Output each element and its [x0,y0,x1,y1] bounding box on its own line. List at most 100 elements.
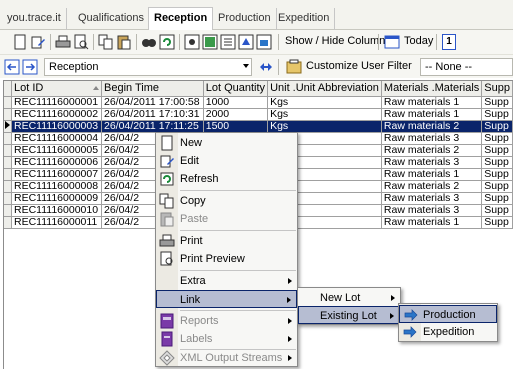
table-row[interactable]: REC11116000001 26/04/2011 17:00:58 1000 Kgs… [4,96,513,109]
table-cell[interactable]: 1500 [203,120,269,133]
copy-icon[interactable] [98,34,114,50]
filter-icon[interactable] [286,59,302,75]
table-cell[interactable]: REC11116000001 [11,96,103,109]
tab-production[interactable]: Production [213,8,277,30]
table-cell[interactable]: REC11116000006 [11,156,103,169]
table-cell[interactable]: Supp [481,132,513,145]
tab-qualifications[interactable]: Qualifications [73,8,151,30]
menu-item-refresh[interactable]: Refresh [156,170,297,188]
menu-item-extra[interactable]: Extra [156,272,297,290]
row-indicator[interactable] [4,156,13,169]
column-header-supplier[interactable]: Supp [481,81,513,97]
table-cell[interactable]: Supp [481,216,513,229]
find-icon[interactable] [141,34,157,50]
table-cell[interactable]: Supp [481,180,513,193]
table-cell[interactable]: Raw materials 1 [381,96,483,109]
menu-item-production[interactable]: Production [399,305,497,323]
show-hide-columns-button[interactable]: Show / Hide Columns [285,35,391,47]
table-cell[interactable]: 26/04/2011 17:11:25 [101,120,204,133]
table-cell[interactable]: Supp [481,96,513,109]
column-header-materials[interactable]: Materials .Materials [381,81,483,97]
table-cell[interactable]: REC11116000008 [11,180,103,193]
table-cell[interactable]: Supp [481,168,513,181]
menu-item-copy[interactable]: Copy [156,192,297,210]
row-indicator[interactable] [4,192,13,205]
table-cell[interactable]: REC11116000011 [11,216,103,229]
table-cell[interactable]: Raw materials 3 [381,204,483,217]
table-cell[interactable]: Supp [481,192,513,205]
menu-item-link[interactable]: Link [156,290,297,308]
table-cell[interactable]: 2000 [203,108,269,121]
table-cell[interactable]: Supp [481,120,513,133]
row-indicator[interactable] [4,180,13,193]
row-indicator[interactable] [4,120,13,133]
paste-icon[interactable] [116,34,132,50]
table-cell[interactable]: Raw materials 1 [381,216,483,229]
back-arrow-icon[interactable] [4,59,20,75]
menu-item-expedition[interactable]: Expedition [399,323,497,341]
table-cell[interactable]: Supp [481,144,513,157]
table-cell[interactable]: Raw materials 1 [381,108,483,121]
tab-you-trace-it[interactable]: you.trace.it [2,8,67,30]
print-preview-icon[interactable] [73,34,89,50]
calendar-icon[interactable] [384,34,400,50]
menu-item-paste[interactable]: Paste [156,210,297,228]
chart-icon[interactable] [256,34,272,50]
table-cell[interactable]: Supp [481,156,513,169]
record-icon[interactable] [184,34,200,50]
forward-arrow-icon[interactable] [22,59,38,75]
table-cell[interactable]: REC11116000003 [11,120,103,133]
row-indicator[interactable] [4,216,13,229]
menu-item-new-lot[interactable]: New Lot [298,289,400,307]
table-cell[interactable]: Supp [481,108,513,121]
user-filter-select[interactable]: -- None -- [420,58,513,76]
row-indicator[interactable] [4,132,13,145]
today-button[interactable]: Today [404,35,433,47]
navigate-icon[interactable] [258,59,274,75]
table-cell[interactable]: REC11116000002 [11,108,103,121]
menu-item-existing-lot[interactable]: Existing Lot [298,306,400,324]
form-view-icon[interactable] [238,34,254,50]
print-icon[interactable] [55,34,71,50]
row-indicator[interactable] [4,204,13,217]
customize-user-filter-button[interactable]: Customize User Filter [306,60,412,72]
column-header-lot-quantity[interactable]: Lot Quantity [203,81,269,97]
menu-item-edit[interactable]: Edit [156,152,297,170]
table-row[interactable]: REC11116000003 26/04/2011 17:11:25 1500 Kgs… [4,120,513,133]
row-indicator[interactable] [4,168,13,181]
column-header-unit[interactable]: Unit .Unit Abbreviation [267,81,382,97]
view-selector[interactable]: Reception [44,58,252,76]
column-header-lot-id[interactable]: Lot ID [11,81,103,97]
table-cell[interactable]: REC11116000010 [11,204,103,217]
tab-expedition[interactable]: Expedition [273,8,336,30]
table-cell[interactable]: Raw materials 2 [381,180,483,193]
table-cell[interactable]: Supp [481,204,513,217]
table-cell[interactable]: 1000 [203,96,269,109]
table-row[interactable]: REC11116000002 26/04/2011 17:10:31 2000 Kgs… [4,108,513,121]
table-cell[interactable]: Raw materials 3 [381,132,483,145]
row-indicator[interactable] [4,108,13,121]
table-cell[interactable]: Raw materials 3 [381,156,483,169]
table-cell[interactable]: Raw materials 2 [381,120,483,133]
table-cell[interactable]: Raw materials 1 [381,168,483,181]
table-cell[interactable]: Kgs [267,108,382,121]
table-cell[interactable]: REC11116000009 [11,192,103,205]
menu-item-new[interactable]: New [156,134,297,152]
table-cell[interactable]: Raw materials 3 [381,192,483,205]
tab-reception[interactable]: Reception [148,7,214,31]
day-badge[interactable]: 1 [442,34,456,50]
row-indicator[interactable] [4,144,13,157]
table-cell[interactable]: Kgs [267,120,382,133]
table-cell[interactable]: 26/04/2011 17:00:58 [101,96,204,109]
table-cell[interactable]: REC11116000007 [11,168,103,181]
new-document-icon[interactable] [12,34,28,50]
table-cell[interactable]: REC11116000004 [11,132,103,145]
menu-item-labels[interactable]: Labels [156,330,297,348]
table-cell[interactable]: Raw materials 2 [381,144,483,157]
list-view-icon[interactable] [220,34,236,50]
table-cell[interactable]: REC11116000005 [11,144,103,157]
column-header-begin-time[interactable]: Begin Time [101,81,204,97]
menu-item-print-preview[interactable]: Print Preview [156,250,297,268]
edit-icon[interactable] [30,34,46,50]
refresh-icon[interactable] [159,34,175,50]
